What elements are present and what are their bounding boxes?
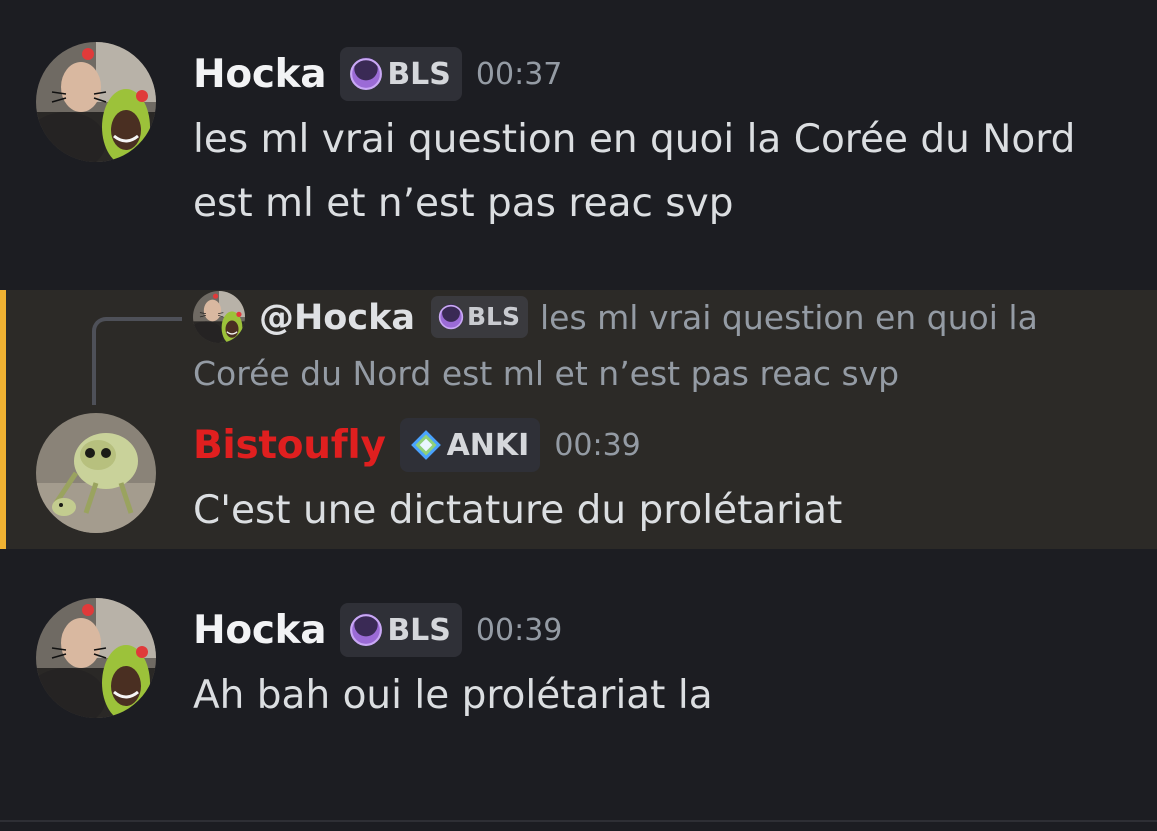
guild-tag-label: ANKI: [446, 427, 530, 463]
reply-connector: [92, 317, 182, 405]
username[interactable]: Hocka: [193, 608, 327, 653]
guild-tag-label: BLS: [387, 56, 451, 92]
chat-log: Hocka BLS 00:37 les ml vrai question en …: [0, 0, 1157, 831]
timestamp: 00:37: [475, 56, 563, 92]
guild-tag[interactable]: BLS: [340, 603, 462, 657]
avatar-image: [36, 598, 156, 718]
message-text-line: C'est une dictature du prolétariat: [193, 488, 843, 533]
reply-avatar: [193, 291, 245, 343]
divider: [0, 820, 1157, 822]
message-header: Bistoufly ANKI 00:39: [193, 418, 641, 472]
message-text-line: est ml et n’est pas reac svp: [193, 181, 734, 226]
message-text-line: Ah bah oui le prolétariat la: [193, 673, 713, 718]
purple-moon-icon: [349, 613, 383, 647]
timestamp: 00:39: [554, 427, 641, 463]
avatar-hocka[interactable]: [36, 42, 156, 162]
message-text-line: les ml vrai question en quoi la Corée du…: [193, 117, 1076, 162]
username[interactable]: Hocka: [193, 52, 327, 97]
highlight-bar: [0, 290, 6, 549]
reply-avatar-image: [193, 291, 245, 343]
anki-diamond-icon: [409, 428, 443, 462]
purple-moon-icon: [438, 304, 464, 330]
purple-moon-icon: [349, 57, 383, 91]
avatar-bistoufly[interactable]: [36, 413, 156, 533]
avatar-image: [36, 413, 156, 533]
message-header: Hocka BLS 00:37: [193, 47, 562, 101]
guild-tag-label: BLS: [387, 612, 451, 648]
reply-mention[interactable]: @Hocka: [259, 298, 415, 338]
reply-guild-tag-label: BLS: [466, 302, 520, 331]
guild-tag[interactable]: BLS: [340, 47, 462, 101]
avatar-hocka[interactable]: [36, 598, 156, 718]
avatar-image: [36, 42, 156, 162]
username[interactable]: Bistoufly: [193, 423, 386, 468]
reply-guild-tag: BLS: [430, 295, 528, 338]
reply-preview[interactable]: @Hocka BLS les ml vrai question en quoi la…: [193, 290, 1133, 401]
timestamp: 00:39: [475, 612, 563, 648]
message-header: Hocka BLS 00:39: [193, 603, 562, 657]
guild-tag[interactable]: ANKI: [399, 418, 541, 472]
